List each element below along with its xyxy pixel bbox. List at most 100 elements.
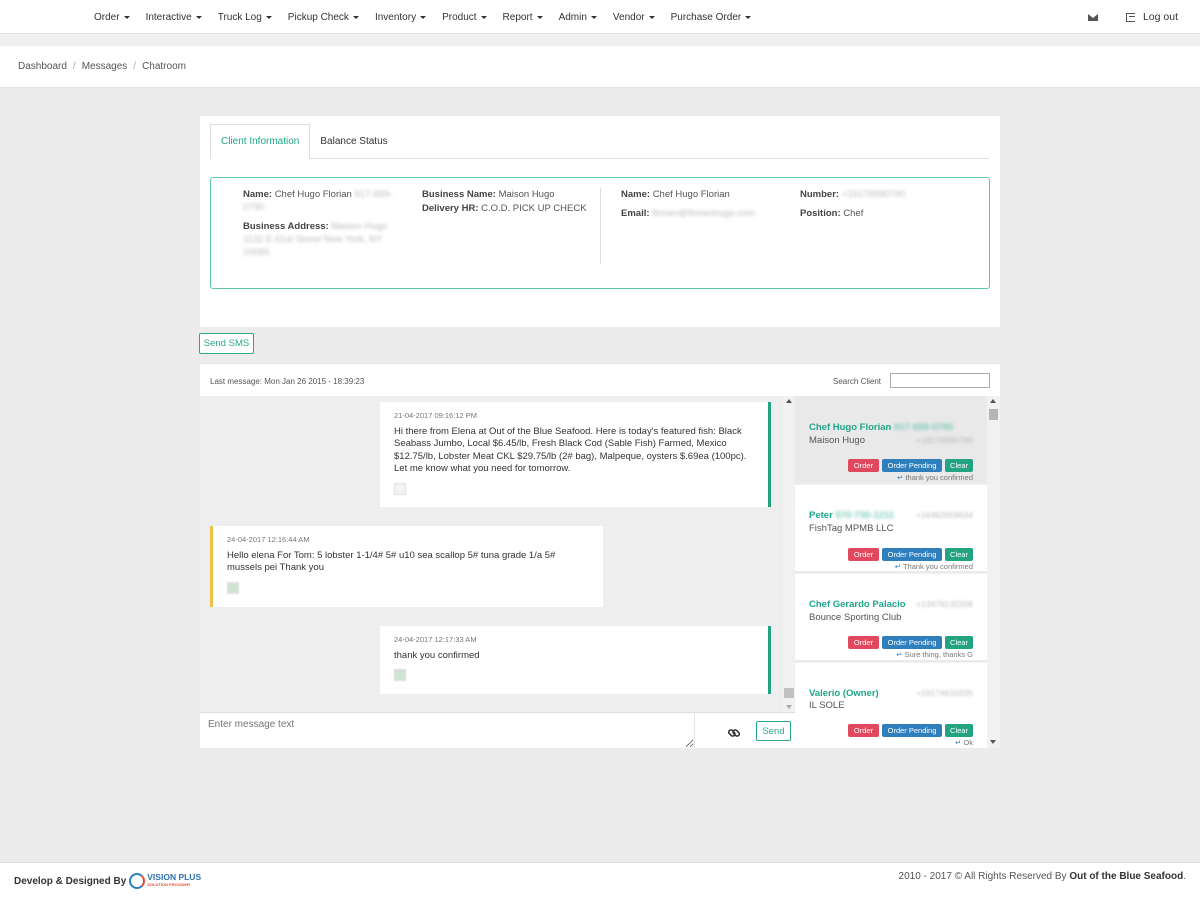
client-item[interactable]: Chef Gerardo Palacio +13478132208 Bounce… — [795, 574, 987, 662]
info-column-1: Name: Chef Hugo Florian 917-699-0790 Bus… — [243, 188, 403, 265]
message-outgoing: 21-04-2017 09:16:12 PM Hi there from Ele… — [380, 402, 771, 507]
nav-label: Admin — [558, 11, 587, 23]
info-contact-name: Name: Chef Hugo Florian — [621, 188, 791, 201]
order-pending-button[interactable]: Order Pending — [882, 548, 942, 561]
info-tabs: Client Information Balance Status — [210, 124, 989, 159]
client-info-panel: Client Information Balance Status Name: … — [200, 116, 1000, 327]
envelope-icon[interactable] — [1087, 13, 1098, 21]
client-actions: Order Order Pending Clear — [845, 459, 973, 472]
attachment-icon[interactable] — [394, 482, 406, 495]
logo-main: VISION PLUS — [147, 872, 202, 882]
clear-button[interactable]: Clear — [945, 636, 973, 649]
top-navbar: Order Interactive Truck Log Pickup Check… — [0, 0, 1200, 34]
scroll-up-arrow-icon[interactable] — [786, 399, 792, 403]
info-value: Chef — [843, 208, 864, 219]
logout-link[interactable]: Log out — [1125, 11, 1178, 23]
nav-label: Pickup Check — [287, 11, 349, 23]
info-value: Chef Hugo Florian — [652, 189, 730, 200]
order-button[interactable]: Order — [848, 636, 879, 649]
order-pending-button[interactable]: Order Pending — [882, 724, 942, 737]
navbar-spacer — [0, 34, 1200, 46]
client-business: FishTag MPMB LLC — [809, 523, 894, 534]
nav-label: Inventory — [374, 11, 417, 23]
info-position: Position: Chef — [800, 207, 970, 220]
nav-truck-log[interactable]: Truck Log — [210, 12, 280, 23]
nav-inventory[interactable]: Inventory — [367, 12, 434, 23]
message-text: thank you confirmed — [394, 649, 480, 661]
client-last-message: Ok — [955, 738, 973, 747]
client-list-scrollbar[interactable] — [987, 396, 1000, 748]
clear-button[interactable]: Clear — [945, 459, 973, 472]
nav-admin[interactable]: Admin — [551, 12, 605, 23]
info-value: florian@florianhugo.com — [652, 208, 756, 219]
breadcrumb-messages[interactable]: Messages — [82, 61, 128, 72]
vision-plus-logo[interactable]: VISION PLUS SOLUTION PROVIDER — [129, 873, 201, 889]
search-client-input[interactable] — [890, 373, 990, 388]
info-label: Email: — [621, 208, 650, 219]
message-time: 24-04-2017 12:17:33 AM — [394, 635, 477, 644]
info-value: +19176990790 — [841, 189, 906, 200]
tab-balance-status[interactable]: Balance Status — [310, 124, 397, 159]
link-icon[interactable] — [727, 726, 741, 740]
client-name: Chef Hugo Florian 917-699-0790 — [809, 422, 953, 433]
message-incoming: 24-04-2017 12:16:44 AM Hello elena For T… — [210, 526, 603, 607]
nav-product[interactable]: Product — [434, 12, 494, 23]
info-label: Name: — [243, 189, 273, 200]
scroll-down-arrow-icon[interactable] — [786, 705, 792, 709]
client-phone: +19176990790 — [916, 435, 973, 445]
order-button[interactable]: Order — [848, 548, 879, 561]
info-column-4: Number: +19176990790 Position: Chef — [800, 188, 970, 226]
scrollbar-thumb[interactable] — [784, 688, 794, 698]
footer-credit-text: Develop & Designed By — [14, 875, 127, 887]
nav-interactive[interactable]: Interactive — [138, 12, 210, 23]
client-item[interactable]: Chef Hugo Florian 917-699-0790 +19176990… — [795, 396, 987, 484]
clear-button[interactable]: Clear — [945, 724, 973, 737]
nav-label: Truck Log — [217, 11, 262, 23]
client-phone: +19174610335 — [916, 688, 973, 698]
logo-sub: SOLUTION PROVIDER — [147, 882, 190, 887]
scrollbar-thumb[interactable] — [989, 409, 998, 420]
order-pending-button[interactable]: Order Pending — [882, 459, 942, 472]
send-sms-button[interactable]: Send SMS — [199, 333, 254, 354]
order-pending-button[interactable]: Order Pending — [882, 636, 942, 649]
client-name-phone: 917-699-0790 — [893, 422, 954, 433]
nav-right: Log out — [1087, 0, 1178, 34]
client-item[interactable]: Valerio (Owner) +19174610335 IL SOLE Ord… — [795, 663, 987, 748]
tab-client-information[interactable]: Client Information — [210, 124, 311, 159]
breadcrumb-dashboard[interactable]: Dashboard — [18, 61, 67, 72]
message-scrollbar[interactable] — [783, 396, 795, 712]
caret-down-icon — [123, 16, 130, 19]
message-time: 21-04-2017 09:16:12 PM — [394, 411, 477, 420]
info-value: Chef Hugo Florian — [274, 189, 352, 200]
copyright-text: 2010 - 2017 © All Rights Reserved By — [898, 871, 1067, 882]
clear-button[interactable]: Clear — [945, 548, 973, 561]
nav-label: Order — [94, 11, 120, 23]
nav-report[interactable]: Report — [495, 12, 551, 23]
scroll-up-arrow-icon[interactable] — [990, 399, 996, 403]
client-info-box: Name: Chef Hugo Florian 917-699-0790 Bus… — [210, 177, 990, 289]
info-label: Name: — [621, 189, 651, 200]
info-label: Business Address: — [243, 221, 329, 232]
client-name-text: Peter — [809, 510, 833, 521]
message-input[interactable] — [200, 713, 695, 748]
breadcrumb: Dashboard / Messages / Chatroom — [0, 46, 1200, 88]
order-button[interactable]: Order — [848, 459, 879, 472]
info-label: Number: — [800, 189, 840, 200]
info-label: Business Name: — [422, 189, 496, 200]
client-item[interactable]: Peter 570-730-1211 +16462059634 FishTag … — [795, 485, 987, 573]
nav-order[interactable]: Order — [86, 12, 138, 23]
client-name: Valerio (Owner) — [809, 688, 879, 699]
order-button[interactable]: Order — [848, 724, 879, 737]
copyright-company: Out of the Blue Seafood — [1069, 871, 1184, 882]
scroll-down-arrow-icon[interactable] — [990, 740, 996, 744]
image-attachment-icon[interactable] — [394, 669, 406, 681]
breadcrumb-chatroom: Chatroom — [142, 61, 186, 72]
nav-pickup-check[interactable]: Pickup Check — [280, 12, 367, 23]
nav-purchase-order[interactable]: Purchase Order — [663, 12, 760, 23]
image-attachment-icon[interactable] — [227, 581, 239, 594]
send-button[interactable]: Send — [756, 721, 791, 741]
nav-vendor[interactable]: Vendor — [605, 12, 663, 23]
nav-label: Report — [502, 11, 533, 23]
client-last-message: Thank you confirmed — [895, 562, 973, 571]
info-divider — [600, 188, 601, 264]
